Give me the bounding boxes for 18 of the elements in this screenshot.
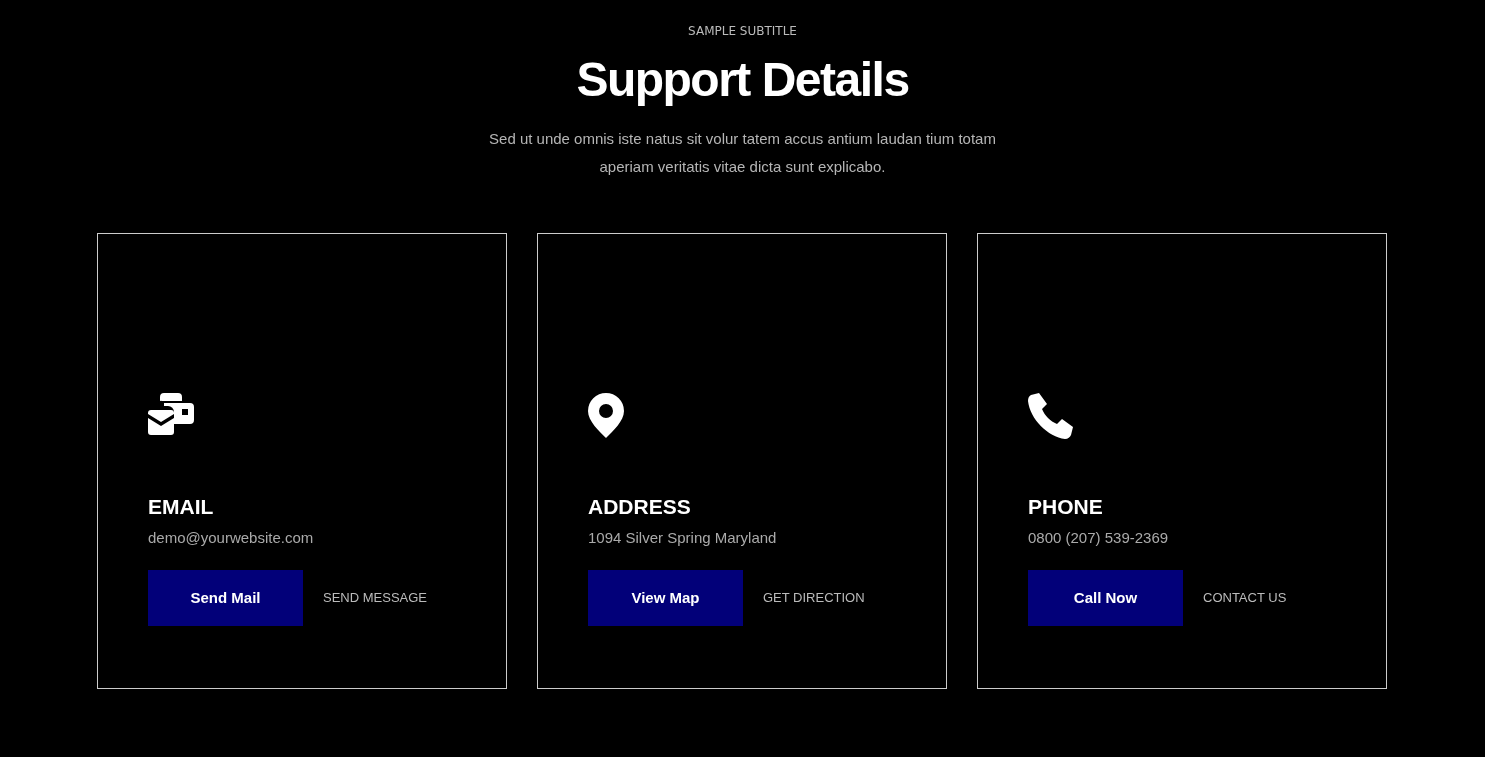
card-title: ADDRESS [588,494,691,519]
map-pin-icon [588,392,624,438]
phone-icon [1028,392,1074,439]
action-button[interactable]: View Map [588,569,743,626]
action-button[interactable]: Send Mail [148,569,303,626]
action-link[interactable]: SEND MESSAGE [323,590,428,606]
envelope-icon [148,392,194,435]
card-title: PHONE [1028,494,1103,519]
action-link[interactable]: CONTACT US [1203,590,1287,606]
section-subtitle: SAMPLE SUBTITLE [688,24,797,38]
action-link[interactable]: GET DIRECTION [763,590,865,606]
card-detail: demo@yourwebsite.com [148,528,314,546]
section-title: Support Details [576,54,909,107]
card-title: EMAIL [148,494,214,519]
section-description: Sed ut unde omnis iste natus sit volur tatem accus antium laudan tium totam aperiam veritatis vitae dicta sunt explicabo. [488,128,997,177]
card-detail: 0800 (207) 539-2369 [1028,528,1169,546]
action-button[interactable]: Call Now [1028,569,1183,626]
card-detail: 1094 Silver Spring Maryland [588,528,777,546]
